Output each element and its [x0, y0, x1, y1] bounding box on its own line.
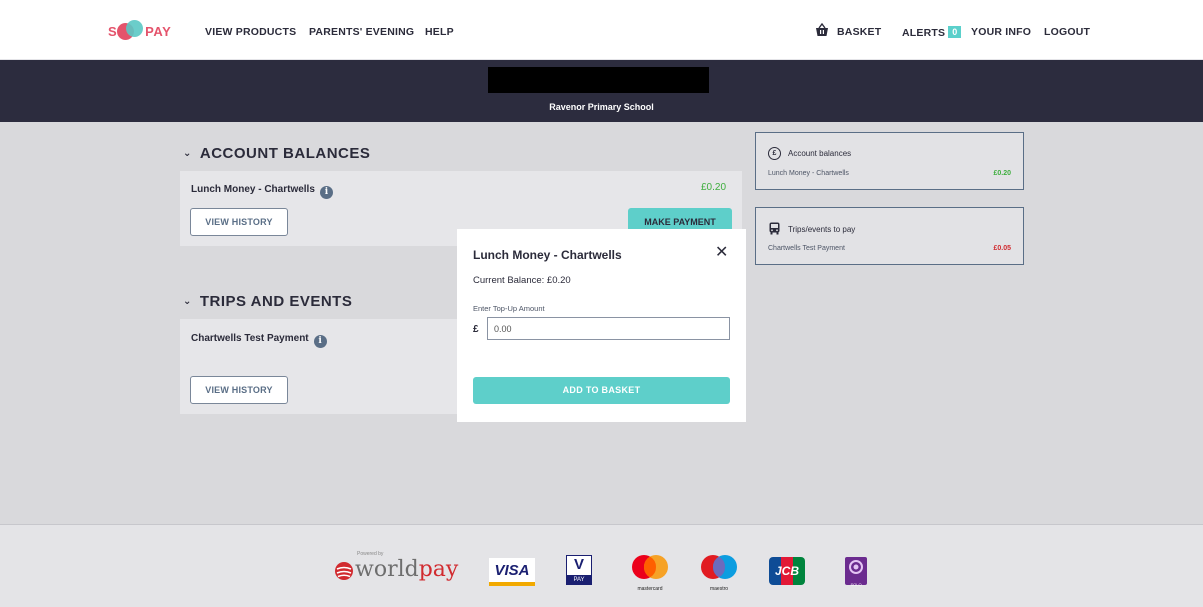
balances-summary-amount: £0.20: [993, 170, 1011, 177]
top-nav: S PAY VIEW PRODUCTS PARENTS' EVENING HEL…: [0, 0, 1203, 60]
logo-text-right: PAY: [145, 23, 172, 39]
info-icon[interactable]: i: [319, 186, 333, 199]
lunch-money-item: Lunch Money - Chartwells i: [191, 184, 333, 199]
nav-alerts[interactable]: ALERTS 0: [902, 26, 962, 39]
nav-view-products[interactable]: VIEW PRODUCTS: [205, 26, 296, 38]
visa-logo: VISA: [489, 558, 535, 586]
solo-swirl-icon: [849, 560, 863, 574]
lunch-money-amount: £0.20: [701, 182, 727, 193]
worldpay-world: world: [355, 557, 419, 582]
vpay-logo: V PAY: [566, 555, 592, 585]
solo-logo: SOLO: [845, 557, 867, 587]
trips-summary-title: Trips/events to pay: [788, 225, 856, 234]
worldpay-pay: pay: [418, 557, 459, 582]
account-balances-heading[interactable]: ⌄ ACCOUNT BALANCES: [183, 145, 370, 162]
lunch-money-label: Lunch Money - Chartwells: [191, 184, 315, 195]
logo-text-left: S: [108, 23, 118, 39]
mastercard-logo: mastercard: [628, 553, 672, 592]
nav-your-info[interactable]: YOUR INFO: [971, 26, 1031, 38]
jcb-logo: JCB: [769, 557, 805, 585]
visa-text: VISA: [494, 562, 530, 579]
chevron-down-icon: ⌄: [183, 148, 192, 159]
trips-summary-amount: £0.05: [993, 245, 1011, 252]
nav-help[interactable]: HELP: [425, 26, 454, 38]
maestro-logo: maestro: [697, 553, 741, 592]
school-name: Ravenor Primary School: [549, 102, 654, 112]
alerts-count-badge: 0: [948, 26, 962, 38]
solo-text: SOLO: [850, 582, 862, 587]
jcb-text: JCB: [774, 564, 799, 578]
worldpay-logo: worldpay: [355, 557, 458, 582]
bus-icon: [769, 222, 780, 235]
redacted-block: [488, 67, 709, 93]
nav-logout[interactable]: LOGOUT: [1044, 26, 1090, 38]
maestro-circles-icon: [701, 555, 737, 579]
view-history-button[interactable]: VIEW HISTORY: [190, 376, 288, 404]
trips-item: Chartwells Test Payment i: [191, 333, 327, 348]
vpay-v: V: [573, 556, 584, 573]
top-up-amount-label: Enter Top-Up Amount: [473, 304, 545, 313]
trips-summary-panel: Trips/events to pay Chartwells Test Paym…: [755, 207, 1024, 265]
trips-events-heading[interactable]: ⌄ TRIPS AND EVENTS: [183, 293, 352, 310]
mastercard-text: mastercard: [637, 586, 663, 592]
vpay-pay: PAY: [567, 575, 591, 585]
nav-alerts-label: ALERTS: [902, 27, 946, 39]
basket-icon[interactable]: [815, 23, 829, 37]
current-balance: Current Balance: £0.20: [473, 275, 571, 286]
worldpay-globe-icon: [335, 562, 353, 580]
close-icon[interactable]: ✕: [715, 245, 728, 261]
top-up-modal: Lunch Money - Chartwells ✕ Current Balan…: [457, 229, 746, 422]
trips-events-title: TRIPS AND EVENTS: [199, 293, 353, 310]
balances-summary-panel: £ Account balances Lunch Money - Chartwe…: [755, 132, 1024, 190]
currency-symbol: £: [473, 324, 479, 335]
trips-summary-row: Chartwells Test Payment: [768, 245, 845, 252]
trips-item-label: Chartwells Test Payment: [191, 333, 309, 344]
nav-parents-evening[interactable]: PARENTS' EVENING: [309, 26, 414, 38]
info-icon[interactable]: i: [313, 335, 327, 348]
top-up-amount-input[interactable]: [487, 317, 730, 340]
maestro-text: maestro: [709, 586, 729, 592]
mastercard-circles-icon: [632, 555, 668, 579]
view-history-button[interactable]: VIEW HISTORY: [190, 208, 288, 236]
add-to-basket-button[interactable]: ADD TO BASKET: [473, 377, 730, 404]
logo-mark-icon: [117, 20, 145, 42]
payment-footer: Powered by worldpay VISA V PAY mastercar…: [0, 525, 1203, 607]
school-banner: Ravenor Primary School: [0, 60, 1203, 122]
modal-title: Lunch Money - Chartwells: [473, 248, 622, 262]
account-balances-title: ACCOUNT BALANCES: [199, 145, 371, 162]
chevron-down-icon: ⌄: [183, 296, 192, 307]
balances-summary-title: Account balances: [788, 149, 852, 158]
nav-basket[interactable]: BASKET: [837, 26, 881, 38]
pound-icon: £: [768, 147, 781, 160]
balances-summary-row: Lunch Money - Chartwells: [768, 170, 849, 177]
scopay-logo[interactable]: S PAY: [108, 20, 171, 42]
